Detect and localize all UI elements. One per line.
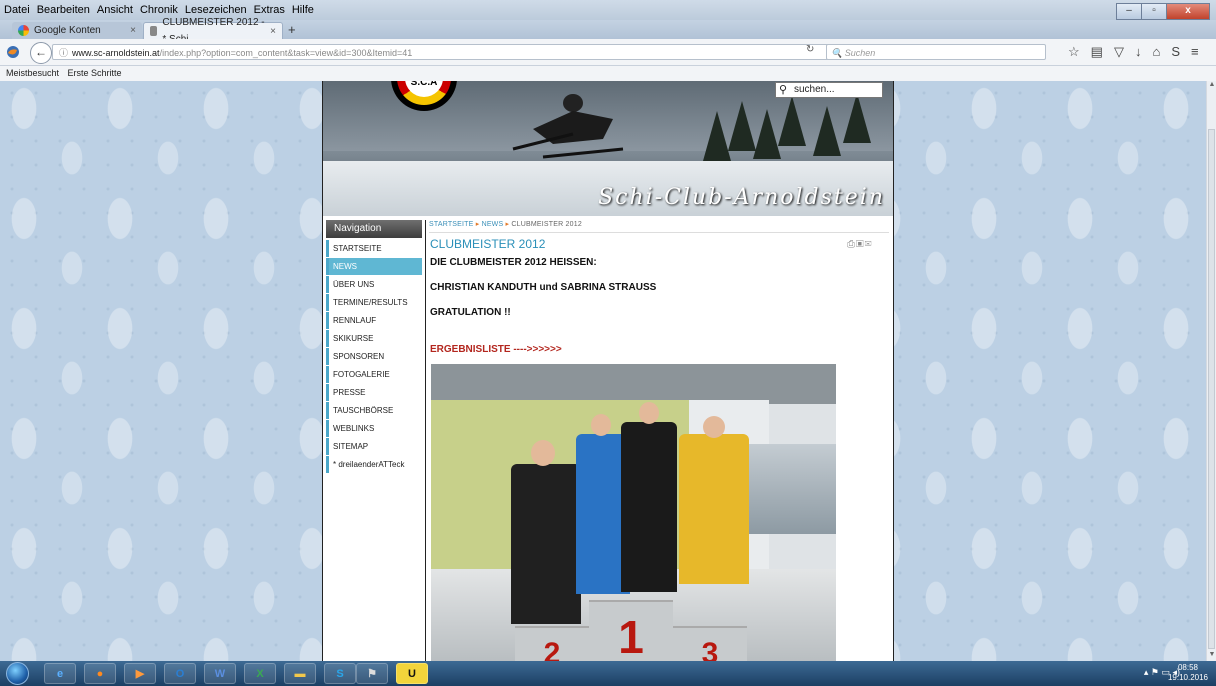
minimize-button[interactable]: – bbox=[1116, 3, 1142, 20]
close-tab-icon[interactable]: × bbox=[270, 23, 276, 40]
windows-taskbar: e ● ▶ O W X ▬ S ⚑ U ▴ ⚑ ▭ ◂) 08:58 19.10… bbox=[0, 661, 1216, 686]
tab-bar: Google Konten × CLUBMEISTER 2012 - * Sch… bbox=[0, 17, 1216, 45]
navigation-toolbar: ← ⓘ www.sc-arnoldstein.at/index.php?optio… bbox=[0, 39, 1216, 66]
pdf-icon[interactable]: ⎙ bbox=[847, 239, 856, 250]
search-icon: ⚲ bbox=[779, 84, 788, 96]
star-icon[interactable]: ☆ bbox=[1068, 44, 1080, 60]
person-third bbox=[679, 434, 749, 584]
outlook-icon[interactable]: O bbox=[164, 663, 196, 684]
pocket-icon[interactable]: ▽ bbox=[1114, 44, 1124, 60]
tab-label: Google Konten bbox=[34, 25, 101, 36]
podium-second: 2 bbox=[515, 626, 589, 661]
scroll-up-icon[interactable]: ▲ bbox=[1207, 81, 1216, 91]
u-app-icon[interactable]: U bbox=[396, 663, 428, 684]
toolbar-icons: ☆ ▤ ▽ ↓ ⌂ S ≡ bbox=[1068, 44, 1199, 60]
nav-item-sitemap[interactable]: SITEMAP bbox=[326, 438, 422, 455]
nav-item-tauschbörse[interactable]: TAUSCHBÖRSE bbox=[326, 402, 422, 419]
clock-date: 19.10.2016 bbox=[1167, 673, 1208, 682]
site-navigation: Navigation STARTSEITE NEWS ÜBER UNS TERMINE… bbox=[323, 220, 426, 661]
nav-item-dreilaenderatteck[interactable]: * dreilaenderATTeck bbox=[326, 456, 422, 473]
clock-time: 08:58 bbox=[1177, 663, 1198, 672]
menu-item-hilfe[interactable]: Hilfe bbox=[292, 4, 314, 16]
close-window-button[interactable]: x bbox=[1166, 3, 1210, 20]
menu-item-ansicht[interactable]: Ansicht bbox=[97, 4, 133, 16]
word-icon[interactable]: W bbox=[204, 663, 236, 684]
firefox-icon bbox=[7, 46, 19, 58]
info-icon[interactable]: ⓘ bbox=[59, 48, 68, 58]
nav-item-fotogalerie[interactable]: FOTOGALERIE bbox=[326, 366, 422, 383]
nav-item-skikurse[interactable]: SKIKURSE bbox=[326, 330, 422, 347]
breadcrumb: STARTSEITE ▸ NEWS ▸ CLUBMEISTER 2012 bbox=[429, 221, 582, 228]
skype-taskbar-icon[interactable]: S bbox=[324, 663, 356, 684]
clock[interactable]: 08:58 19.10.2016 bbox=[1168, 663, 1208, 683]
reload-icon[interactable]: ↻ bbox=[806, 44, 814, 55]
scroll-thumb[interactable] bbox=[1208, 129, 1215, 649]
scroll-down-icon[interactable]: ▼ bbox=[1207, 651, 1216, 661]
site-header: S.C.A ⚲ suchen... Schi-Club-Arnoldstein bbox=[323, 81, 893, 216]
bookmarks-bar: Meistbesucht Erste Schritte bbox=[0, 66, 1216, 81]
explorer-icon[interactable]: ▬ bbox=[284, 663, 316, 684]
article-line-2: CHRISTIAN KANDUTH und SABRINA STRAUSS bbox=[430, 282, 657, 293]
paint-icon[interactable]: ⚑ bbox=[356, 663, 388, 684]
back-button[interactable]: ← bbox=[30, 42, 52, 64]
nav-item-rennlauf[interactable]: RENNLAUF bbox=[326, 312, 422, 329]
tab-clubmeister[interactable]: CLUBMEISTER 2012 - * Schi... × bbox=[143, 17, 283, 45]
google-icon bbox=[18, 25, 29, 36]
breadcrumb-startseite[interactable]: STARTSEITE bbox=[429, 221, 474, 228]
bookmarks-icon[interactable]: ▤ bbox=[1091, 44, 1103, 60]
skype-icon[interactable]: S bbox=[1171, 44, 1180, 60]
site-title: Schi-Club-Arnoldstein bbox=[598, 185, 885, 210]
skier-image bbox=[512, 94, 624, 159]
new-tab-icon[interactable]: + bbox=[288, 22, 296, 37]
breadcrumb-news[interactable]: NEWS bbox=[482, 221, 504, 228]
site-container: S.C.A ⚲ suchen... Schi-Club-Arnoldstein … bbox=[322, 81, 894, 661]
download-icon[interactable]: ↓ bbox=[1135, 44, 1142, 60]
nav-item-startseite[interactable]: STARTSEITE bbox=[326, 240, 422, 257]
nav-item-weblinks[interactable]: WEBLINKS bbox=[326, 420, 422, 437]
url-host: www.sc-arnoldstein.at bbox=[72, 48, 160, 58]
nav-item-news[interactable]: NEWS bbox=[326, 258, 422, 275]
url-path: /index.php?option=com_content&task=view&… bbox=[159, 48, 413, 58]
media-player-icon[interactable]: ▶ bbox=[124, 663, 156, 684]
internet-explorer-icon[interactable]: e bbox=[44, 663, 76, 684]
nav-title: Navigation bbox=[326, 220, 422, 238]
excel-icon[interactable]: X bbox=[244, 663, 276, 684]
podium-third: 3 bbox=[673, 626, 747, 661]
browser-search-input[interactable]: 🔍 Suchen bbox=[826, 44, 1046, 60]
start-button[interactable] bbox=[6, 662, 29, 685]
article-icons: ⎙▣✉ bbox=[847, 239, 873, 250]
person-first bbox=[621, 422, 677, 592]
bookmark-erste-schritte[interactable]: Erste Schritte bbox=[68, 68, 122, 78]
menu-icon[interactable]: ≡ bbox=[1191, 44, 1199, 60]
site-search-input[interactable]: ⚲ suchen... bbox=[775, 82, 883, 98]
podium-photo: 2 1 3 bbox=[431, 364, 836, 661]
print-icon[interactable]: ▣ bbox=[856, 239, 865, 250]
page-scrollbar[interactable]: ▲ ▼ bbox=[1206, 81, 1216, 661]
person-coach bbox=[511, 464, 581, 624]
tab-google-konten[interactable]: Google Konten × bbox=[12, 22, 142, 39]
firefox-taskbar-icon[interactable]: ● bbox=[84, 663, 116, 684]
podium-first: 1 bbox=[589, 600, 673, 661]
nav-item-presse[interactable]: PRESSE bbox=[326, 384, 422, 401]
article-title[interactable]: CLUBMEISTER 2012 bbox=[430, 237, 545, 251]
maximize-button[interactable]: ▫ bbox=[1141, 3, 1167, 20]
menu-item-bearbeiten[interactable]: Bearbeiten bbox=[37, 4, 90, 16]
nav-item-sponsoren[interactable]: SPONSOREN bbox=[326, 348, 422, 365]
bookmark-meistbesucht[interactable]: Meistbesucht bbox=[6, 68, 59, 78]
article-line-3: GRATULATION !! bbox=[430, 307, 511, 318]
breadcrumb-current: CLUBMEISTER 2012 bbox=[511, 221, 582, 228]
close-tab-icon[interactable]: × bbox=[130, 22, 136, 39]
nav-item-termine-results[interactable]: TERMINE/RESULTS bbox=[326, 294, 422, 311]
window-controls: – ▫ x bbox=[1116, 3, 1210, 20]
email-icon[interactable]: ✉ bbox=[865, 239, 873, 250]
url-bar[interactable]: ⓘ www.sc-arnoldstein.at/index.php?option=… bbox=[52, 44, 832, 60]
nav-item-über-uns[interactable]: ÜBER UNS bbox=[326, 276, 422, 293]
page-viewport: S.C.A ⚲ suchen... Schi-Club-Arnoldstein … bbox=[0, 81, 1206, 661]
article-line-1: DIE CLUBMEISTER 2012 HEISSEN: bbox=[430, 257, 597, 268]
results-link[interactable]: ERGEBNISLISTE ---->>>>>> bbox=[430, 344, 562, 355]
home-icon[interactable]: ⌂ bbox=[1152, 44, 1160, 60]
site-favicon-icon bbox=[150, 26, 158, 36]
menu-item-datei[interactable]: Datei bbox=[4, 4, 30, 16]
